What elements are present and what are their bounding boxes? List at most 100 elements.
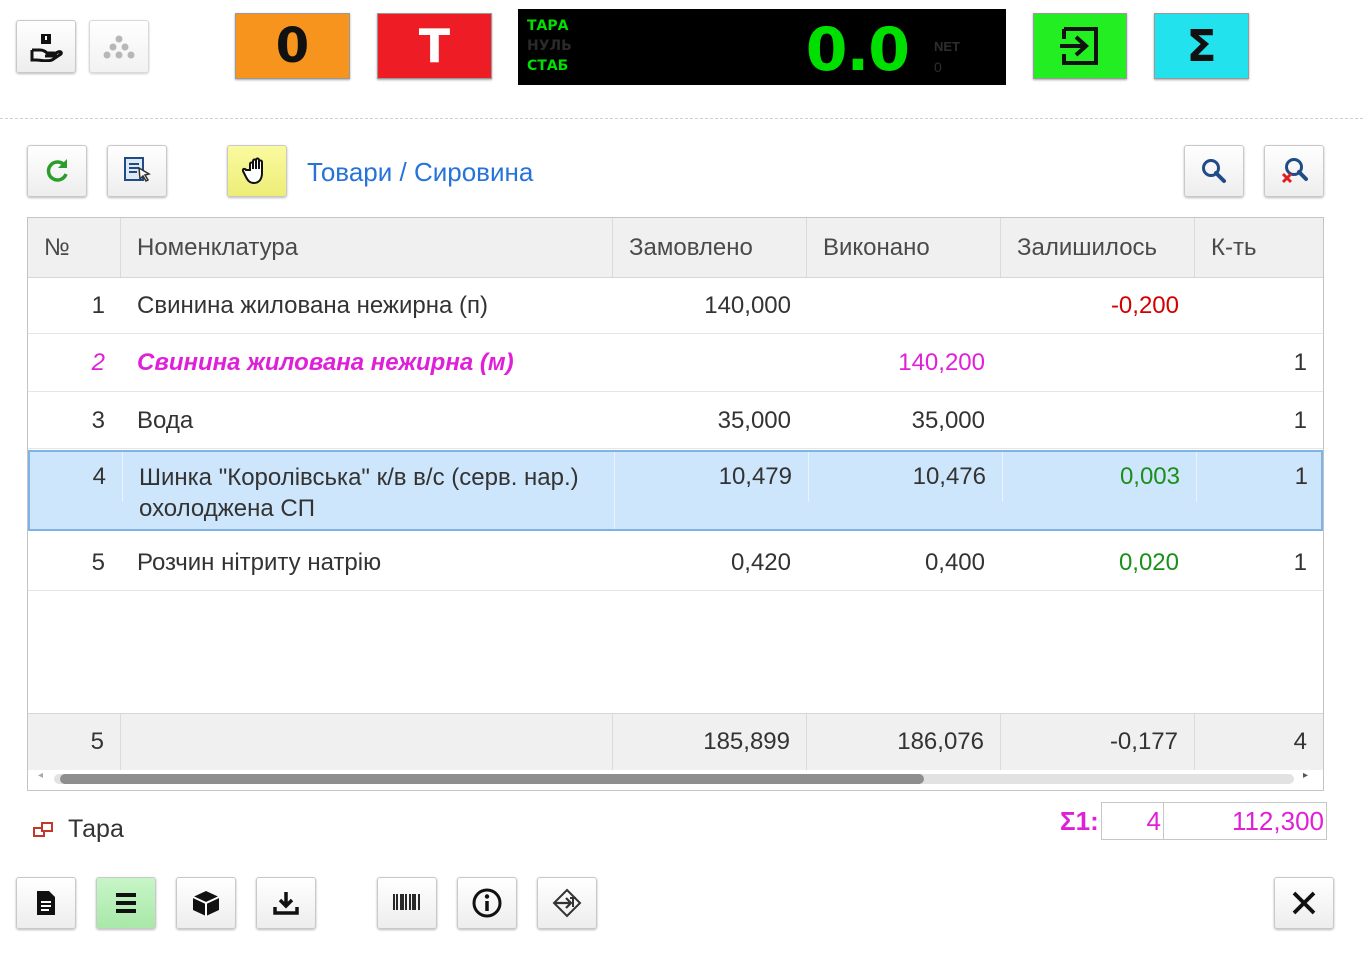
footer-count: 5	[28, 714, 121, 770]
download-button[interactable]	[256, 877, 316, 929]
scale-hand-button[interactable]	[16, 20, 76, 73]
row-number: 3	[91, 406, 105, 434]
summary-label: Σ1:	[1060, 806, 1099, 836]
tara-label: Тара	[68, 815, 124, 843]
row-ordered: 10,479	[615, 452, 809, 502]
list-button[interactable]	[96, 877, 156, 929]
net-value: 0	[934, 59, 942, 75]
barcode-button[interactable]	[377, 877, 437, 929]
row-remaining: -0,200	[1110, 291, 1179, 319]
pieces-button[interactable]	[89, 20, 149, 73]
search-button[interactable]	[1184, 145, 1244, 197]
box-icon	[192, 891, 220, 916]
hand-box-icon	[30, 33, 63, 62]
tara-icon	[33, 821, 53, 837]
transfer-button[interactable]	[537, 877, 597, 929]
close-button[interactable]	[1274, 877, 1334, 929]
row-name: Свинина жилована нежирна (п)	[137, 291, 488, 319]
zero-indicator: НУЛЬ	[527, 38, 572, 54]
zero-button[interactable]: 0	[235, 13, 350, 79]
scrollbar-thumb[interactable]	[60, 774, 924, 784]
row-name: Шинка "Королівська" к/в в/с (серв. нар.)…	[123, 452, 615, 529]
table-row[interactable]: 2 Свинина жилована нежирна (м) 140,200 1	[28, 334, 1323, 392]
footer-ordered: 185,899	[613, 714, 807, 770]
zero-button-label: 0	[275, 18, 310, 74]
document-pointer-icon	[124, 157, 151, 182]
row-number: 1	[91, 291, 105, 319]
tare-button[interactable]: T	[377, 13, 492, 79]
barcode-icon	[393, 894, 420, 910]
row-quantity: 1	[1293, 406, 1307, 434]
row-quantity: 1	[1293, 349, 1307, 376]
footer-name	[121, 714, 613, 770]
table-row[interactable]: 5 Розчин нітриту натрію 0,420 0,400 0,02…	[28, 534, 1323, 591]
info-icon	[472, 888, 502, 918]
exit-scale-button[interactable]	[1033, 13, 1127, 79]
row-name: Розчин нітриту натрію	[137, 548, 382, 576]
breadcrumb[interactable]: Товари / Сировина	[307, 157, 533, 188]
row-remaining	[1001, 334, 1195, 392]
row-name: Свинина жилована нежирна (м)	[137, 349, 514, 376]
header-number[interactable]: №	[28, 218, 121, 277]
package-button[interactable]	[176, 877, 236, 929]
table-row-selected[interactable]: 4 Шинка "Королівська" к/в в/с (серв. нар…	[28, 450, 1323, 531]
row-ordered	[613, 334, 807, 392]
footer-remaining: -0,177	[1001, 714, 1195, 770]
materials-table[interactable]: № Номенклатура Замовлено Виконано Залиши…	[27, 217, 1324, 791]
header-quantity[interactable]: К-ть	[1195, 218, 1323, 277]
row-remaining	[1001, 392, 1195, 449]
search-icon	[1202, 159, 1226, 183]
table-footer: 5 185,899 186,076 -0,177 4	[28, 713, 1323, 770]
info-button[interactable]	[457, 877, 517, 929]
scroll-left-arrow[interactable]: ◂	[38, 770, 43, 781]
row-number: 4	[30, 452, 123, 502]
header-ordered[interactable]: Замовлено	[613, 218, 807, 277]
stable-indicator: СТАБ	[527, 58, 569, 74]
table-row[interactable]: 3 Вода 35,000 35,000 1	[28, 392, 1323, 449]
close-icon	[1292, 891, 1316, 915]
row-remaining: 0,003	[1003, 452, 1197, 502]
row-done: 0,400	[924, 548, 985, 576]
footer-quantity: 4	[1293, 728, 1307, 755]
weight-value: 0.0	[805, 15, 910, 85]
header-done[interactable]: Виконано	[807, 218, 1001, 277]
download-icon	[273, 892, 299, 915]
scroll-right-arrow[interactable]: ▸	[1303, 770, 1308, 781]
scale-display: ТАРА НУЛЬ СТАБ 0.0 NET 0	[518, 9, 1006, 85]
enter-arrow-icon	[1060, 27, 1098, 65]
document-button[interactable]	[16, 877, 76, 929]
row-remaining: 0,020	[1118, 548, 1179, 576]
header-nomenclature[interactable]: Номенклатура	[121, 218, 613, 277]
tare-button-label: T	[418, 19, 451, 73]
select-document-button[interactable]	[107, 145, 167, 197]
net-label: NET	[934, 39, 960, 54]
search-clear-icon	[1281, 158, 1308, 184]
row-quantity: 1	[1197, 452, 1323, 502]
hand-icon	[242, 157, 263, 185]
tare-indicator: ТАРА	[527, 18, 569, 34]
tara-link[interactable]: Тара	[32, 815, 124, 844]
table-row[interactable]: 1 Свинина жилована нежирна (п) 140,000 -…	[28, 277, 1323, 334]
row-done	[807, 277, 1001, 334]
row-ordered: 35,000	[717, 406, 791, 434]
row-done: 10,476	[809, 452, 1003, 502]
row-done: 140,200	[898, 349, 985, 376]
list-icon	[116, 893, 136, 913]
sum-button[interactable]: Σ	[1154, 13, 1249, 79]
row-ordered: 0,420	[730, 548, 791, 576]
table-header: № Номенклатура Замовлено Виконано Залиши…	[28, 218, 1323, 278]
manual-input-button[interactable]	[227, 145, 287, 197]
separator	[0, 118, 1363, 119]
row-number: 5	[91, 548, 105, 576]
header-remaining[interactable]: Залишилось	[1001, 218, 1195, 277]
refresh-button[interactable]	[27, 145, 87, 197]
footer-done: 186,076	[807, 714, 1001, 770]
dots-pile-icon	[103, 35, 135, 58]
summary-total: 112,300	[1163, 802, 1327, 840]
sum-button-label: Σ	[1186, 20, 1217, 72]
row-ordered: 140,000	[704, 291, 791, 319]
transfer-icon	[552, 888, 582, 918]
clear-search-button[interactable]	[1264, 145, 1324, 197]
row-name: Вода	[137, 406, 194, 434]
summary-count: 4	[1101, 802, 1164, 840]
